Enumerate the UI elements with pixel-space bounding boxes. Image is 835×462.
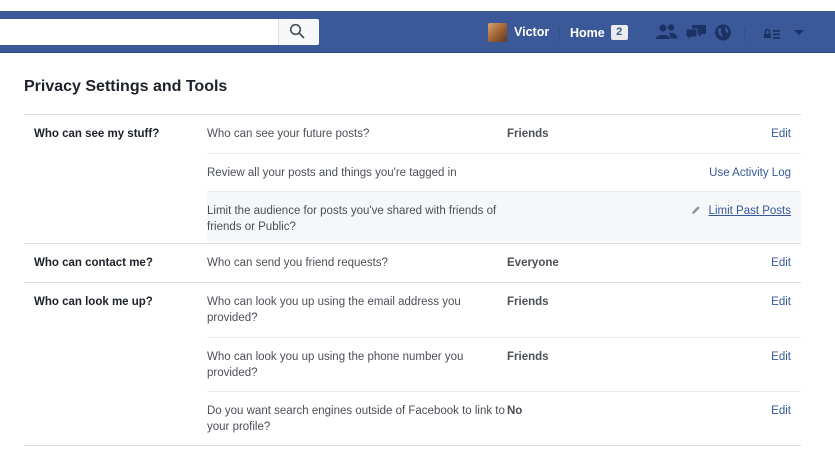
edit-future-posts-link[interactable]: Edit: [657, 115, 801, 142]
edit-phone-lookup-link[interactable]: Edit: [657, 338, 801, 365]
setting-value: Friends: [507, 296, 549, 308]
section-who-can-see: Who can see my stuff? Who can see your f…: [24, 115, 801, 244]
messages-icon[interactable]: [684, 23, 706, 41]
action-label[interactable]: Edit: [771, 405, 791, 417]
action-label[interactable]: Edit: [771, 257, 791, 269]
profile-link[interactable]: Victor: [488, 21, 549, 43]
pencil-icon: [691, 204, 701, 220]
setting-value: [507, 154, 657, 165]
nav-divider: [744, 28, 745, 42]
search-button[interactable]: [278, 19, 319, 45]
setting-question: Review all your posts and things you're …: [207, 167, 457, 179]
action-label[interactable]: Limit Past Posts: [709, 205, 791, 217]
setting-row: Review all your posts and things you're …: [207, 153, 801, 191]
section-title: Who can look me up?: [34, 296, 153, 308]
setting-question: Who can look you up using the phone numb…: [207, 351, 464, 379]
setting-row: Who can look you up using the phone numb…: [207, 337, 801, 391]
setting-question: Limit the audience for posts you've shar…: [207, 205, 497, 233]
section-who-can-look-up: Who can look me up? Who can look you up …: [24, 283, 801, 446]
setting-row: Who can look you up using the email addr…: [207, 283, 801, 337]
setting-value: Friends: [507, 351, 549, 363]
setting-question: Who can look you up using the email addr…: [207, 296, 461, 324]
friend-requests-icon[interactable]: [655, 23, 678, 41]
setting-row: Who can send you friend requests? Everyo…: [207, 244, 801, 282]
privacy-shortcuts-icon[interactable]: [762, 26, 784, 44]
setting-value: [507, 192, 657, 203]
notifications-globe-icon[interactable]: [713, 23, 735, 41]
action-label[interactable]: Edit: [771, 351, 791, 363]
avatar: [488, 22, 507, 42]
home-count-badge: 2: [610, 25, 628, 40]
limit-past-posts-link[interactable]: Limit Past Posts: [657, 192, 801, 220]
home-label: Home: [570, 25, 605, 40]
section-title: Who can see my stuff?: [34, 128, 160, 140]
profile-name: Victor: [514, 25, 550, 39]
use-activity-log-link[interactable]: Use Activity Log: [657, 154, 801, 181]
account-menu-caret-icon[interactable]: [792, 27, 814, 45]
search-box: [0, 19, 319, 45]
setting-row: Limit the audience for posts you've shar…: [207, 191, 801, 243]
edit-search-engines-link[interactable]: Edit: [657, 392, 801, 419]
edit-email-lookup-link[interactable]: Edit: [657, 283, 801, 310]
top-navigation-bar: Victor Home 2: [0, 11, 835, 53]
setting-value: Friends: [507, 128, 549, 140]
setting-question: Who can see your future posts?: [207, 128, 370, 140]
search-input[interactable]: [0, 19, 286, 43]
home-link[interactable]: Home 2: [570, 25, 628, 40]
edit-friend-requests-link[interactable]: Edit: [657, 244, 801, 271]
setting-question: Who can send you friend requests?: [207, 257, 388, 269]
action-label[interactable]: Edit: [771, 296, 791, 308]
setting-value: Everyone: [507, 257, 559, 269]
privacy-settings-table: Who can see my stuff? Who can see your f…: [24, 114, 801, 446]
setting-value: No: [507, 405, 523, 417]
setting-question: Do you want search engines outside of Fa…: [207, 405, 505, 433]
setting-row: Do you want search engines outside of Fa…: [207, 391, 801, 445]
section-title: Who can contact me?: [34, 257, 153, 269]
setting-row: Who can see your future posts? Friends E…: [207, 115, 801, 153]
action-label[interactable]: Edit: [771, 128, 791, 140]
nav-divider: [559, 28, 560, 42]
section-who-can-contact: Who can contact me? Who can send you fri…: [24, 244, 801, 283]
page-title: Privacy Settings and Tools: [24, 78, 228, 95]
action-label[interactable]: Use Activity Log: [709, 167, 791, 179]
